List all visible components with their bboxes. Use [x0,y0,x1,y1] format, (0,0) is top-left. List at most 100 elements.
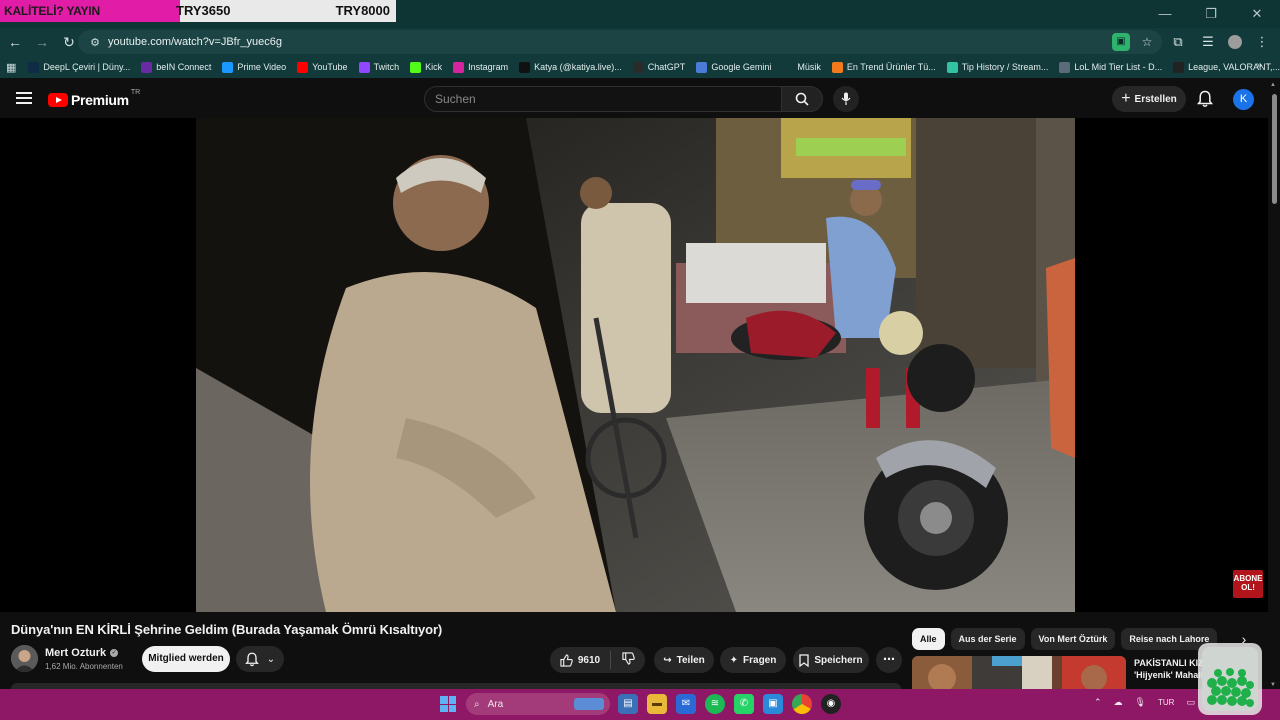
verified-icon: ✓ [110,649,119,657]
bookmark-label: League, VALORANT,... [1188,62,1280,72]
floating-widget[interactable] [1198,643,1262,715]
bookmark-item[interactable]: YouTube [297,61,348,73]
windows-start-icon[interactable] [440,696,456,712]
cloud-icon[interactable]: ☁ [1114,697,1123,708]
filter-chip[interactable]: Aus der Serie [950,628,1025,650]
subscribe-overlay-badge[interactable]: ABONE OL! [1233,570,1263,598]
recommended-video-thumbnail[interactable] [912,656,1126,690]
share-button[interactable]: ↪ Teilen [654,647,714,673]
bookmark-item[interactable]: Katya (@katiya.live)... [519,61,622,73]
search-icon [795,92,809,106]
more-actions-icon[interactable]: ⋯ [876,647,902,673]
filter-chip[interactable]: Von Mert Öztürk [1030,628,1116,650]
stream-overlay-banner: KALİTELİ? YAYIN TRY3650 TRY8000 [0,0,396,22]
chrome-icon[interactable] [792,694,812,714]
folder-icon [782,61,794,73]
notifications-bell-icon[interactable] [1196,90,1214,108]
bell-icon [244,652,259,666]
bookmark-item[interactable]: Instagram [453,61,509,73]
bookmark-item[interactable]: DeepL Çeviri | Düny... [28,61,130,73]
voice-search-button[interactable] [833,86,859,112]
back-icon[interactable]: ← [3,30,27,54]
account-avatar[interactable]: K [1233,89,1254,110]
kick-icon [410,61,422,73]
trendyol-icon [831,61,843,73]
scroll-up-icon[interactable]: ▲ [1270,82,1276,88]
bookmark-item[interactable]: League, VALORANT,... [1173,61,1280,73]
mail-icon[interactable]: ✉ [676,694,696,714]
youtube-icon [297,61,309,73]
bookmark-label: Prime Video [237,62,287,72]
bookmark-item[interactable]: Twitch [358,61,399,73]
obs-icon[interactable]: ◉ [821,694,841,714]
bookmark-label: YouTube [312,62,348,72]
video-player[interactable]: ABONE OL! [0,118,1268,612]
extensions-icon[interactable]: ⧉ [1168,30,1188,54]
page-scrollbar[interactable]: ▲ ▼ [1268,80,1280,690]
youtube-logo[interactable]: Premium TR [48,89,140,108]
bookmark-item[interactable]: LoL Mid Tier List - D... [1059,61,1163,73]
bookmark-item[interactable]: Müsik [782,61,821,73]
create-label: Erstellen [1134,93,1177,105]
calculator-icon[interactable]: ▤ [618,694,638,714]
bookmark-label: Instagram [468,62,509,72]
search-button[interactable] [781,86,823,112]
video-still-image [196,118,1075,612]
search-input[interactable] [425,87,781,111]
channel-name-row[interactable]: Mert Ozturk ✓ [45,647,119,659]
bookmark-item[interactable]: Kick [410,61,443,73]
filter-chip[interactable]: Alle [912,628,945,650]
address-url[interactable]: youtube.com/watch?v=JBfr_yuec6g [108,36,282,48]
bookmark-label: LoL Mid Tier List - D... [1074,62,1163,72]
search-box[interactable] [424,86,782,112]
channel-avatar[interactable] [11,645,38,672]
overlay-price-1: TRY3650 [176,3,231,18]
bookmark-item[interactable]: Tip History / Stream... [946,61,1048,73]
bein-icon [141,61,153,73]
display-icon[interactable]: ▭ [1186,697,1195,708]
microphone-icon[interactable]: 🎙 [1135,697,1146,708]
site-info-icon[interactable]: ⚙ [84,36,106,49]
profile-icon[interactable] [1228,35,1242,49]
minimize-icon[interactable]: — [1142,0,1188,28]
restore-icon[interactable]: ❐ [1188,0,1234,28]
menu-icon[interactable] [16,92,32,104]
subscription-notification-button[interactable]: ⌄ [236,646,284,672]
video-frame[interactable] [196,118,1075,612]
forward-icon[interactable]: → [30,30,54,54]
spotify-icon[interactable]: ≋ [705,694,725,714]
language-indicator[interactable]: TUR [1158,698,1174,707]
taskbar-search[interactable]: ⌕ Ara [466,693,610,715]
bookmark-item[interactable]: beIN Connect [141,61,211,73]
sparkle-icon: ✦ [729,654,739,666]
media-icon[interactable]: ☰ [1198,30,1218,54]
more-bookmarks-icon[interactable]: » [1256,60,1262,71]
bookmark-star-icon[interactable]: ☆ [1138,33,1156,51]
ask-button[interactable]: ✦ Fragen [720,647,786,673]
chevron-up-icon[interactable]: ⌃ [1094,697,1102,708]
join-button[interactable]: Mitglied werden [142,646,230,672]
like-button[interactable]: 9610 [560,651,612,669]
menu-dots-icon[interactable]: ⋮ [1252,30,1272,54]
bookmark-label: Kick [425,62,443,72]
channel-name[interactable]: Mert Ozturk [45,647,106,659]
scroll-down-icon[interactable]: ▼ [1270,682,1276,688]
save-button[interactable]: Speichern [793,647,869,673]
apps-grid-icon[interactable]: ▦ [6,61,16,74]
bookmark-item[interactable]: Google Gemini [696,61,771,73]
cast-icon[interactable]: ▣ [1112,33,1130,51]
address-bar[interactable]: ⚙ youtube.com/watch?v=JBfr_yuec6g ▣ ☆ [78,30,1162,54]
browser-nav-bar: ← → ↻ ⚙ youtube.com/watch?v=JBfr_yuec6g … [0,28,1280,56]
file-explorer-icon[interactable]: ▬ [647,694,667,714]
app-window-icon[interactable]: ▣ [763,694,783,714]
share-icon: ↪ [663,654,672,666]
save-label: Speichern [814,654,863,666]
bookmark-item[interactable]: ChatGPT [632,61,685,73]
close-icon[interactable]: ✕ [1234,0,1280,28]
bookmark-item[interactable]: En Trend Ürünler Tü... [831,61,936,73]
whatsapp-icon[interactable]: ✆ [734,694,754,714]
scrollbar-thumb[interactable] [1272,94,1277,204]
create-button[interactable]: + Erstellen [1112,86,1186,112]
dislike-button[interactable] [616,652,635,668]
bookmark-item[interactable]: Prime Video [222,61,287,73]
